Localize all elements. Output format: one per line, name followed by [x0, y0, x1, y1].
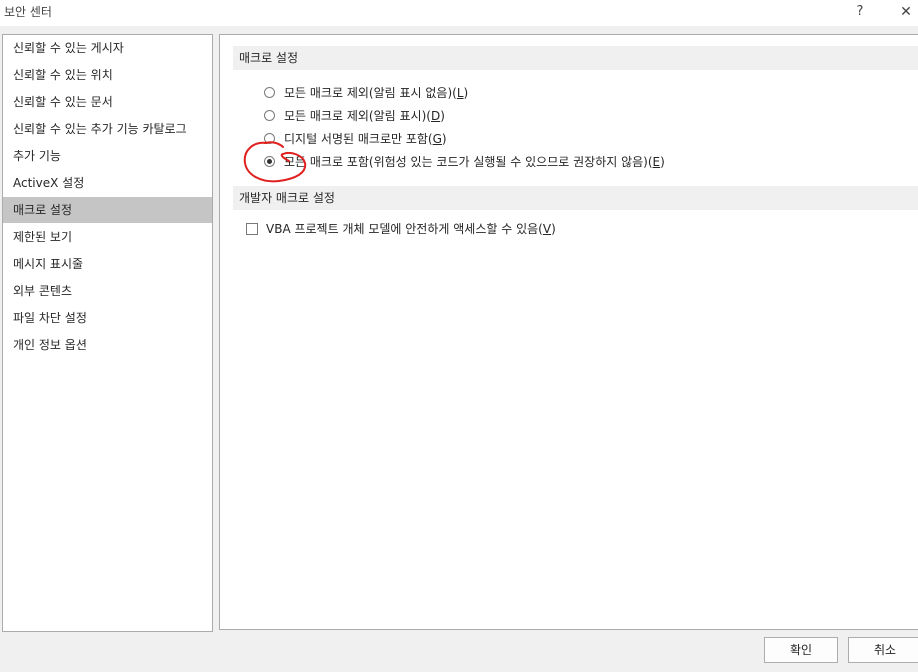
- sidebar-item-external-content[interactable]: 외부 콘텐츠: [3, 278, 212, 304]
- sidebar-nav: 신뢰할 수 있는 게시자 신뢰할 수 있는 위치 신뢰할 수 있는 문서 신뢰할…: [2, 34, 213, 632]
- checkbox[interactable]: [246, 223, 258, 235]
- sidebar-item-trusted-addin-catalogs[interactable]: 신뢰할 수 있는 추가 기능 카탈로그: [3, 116, 212, 142]
- sidebar-item-trusted-documents[interactable]: 신뢰할 수 있는 문서: [3, 89, 212, 115]
- radio-dot-icon: [267, 159, 272, 164]
- title-bar: 보안 센터 ? ✕: [0, 0, 918, 26]
- radio-button[interactable]: [264, 133, 275, 144]
- sidebar-item-trusted-locations[interactable]: 신뢰할 수 있는 위치: [3, 62, 212, 88]
- close-button[interactable]: ✕: [894, 2, 918, 22]
- content-pane: 매크로 설정 모든 매크로 제외(알림 표시 없음)(L) 모든 매크로 제외(…: [219, 34, 918, 630]
- sidebar-item-message-bar[interactable]: 메시지 표시줄: [3, 251, 212, 277]
- developer-macro-settings-header: 개발자 매크로 설정: [233, 186, 918, 210]
- sidebar-item-privacy-options[interactable]: 개인 정보 옵션: [3, 332, 212, 358]
- sidebar-item-trusted-publishers[interactable]: 신뢰할 수 있는 게시자: [3, 35, 212, 61]
- ok-button[interactable]: 확인: [764, 637, 838, 663]
- window-title: 보안 센터: [4, 5, 52, 19]
- sidebar-item-protected-view[interactable]: 제한된 보기: [3, 224, 212, 250]
- sidebar-item-macro-settings[interactable]: 매크로 설정: [3, 197, 212, 223]
- help-button[interactable]: ?: [848, 2, 872, 22]
- sidebar-item-file-block-settings[interactable]: 파일 차단 설정: [3, 305, 212, 331]
- radio-button[interactable]: [264, 110, 275, 121]
- macro-settings-header: 매크로 설정: [233, 46, 918, 70]
- radio-button-selected[interactable]: [264, 156, 275, 167]
- cancel-button[interactable]: 취소: [848, 637, 918, 663]
- radio-button[interactable]: [264, 87, 275, 98]
- sidebar-item-activex-settings[interactable]: ActiveX 설정: [3, 170, 212, 196]
- sidebar-item-addins[interactable]: 추가 기능: [3, 143, 212, 169]
